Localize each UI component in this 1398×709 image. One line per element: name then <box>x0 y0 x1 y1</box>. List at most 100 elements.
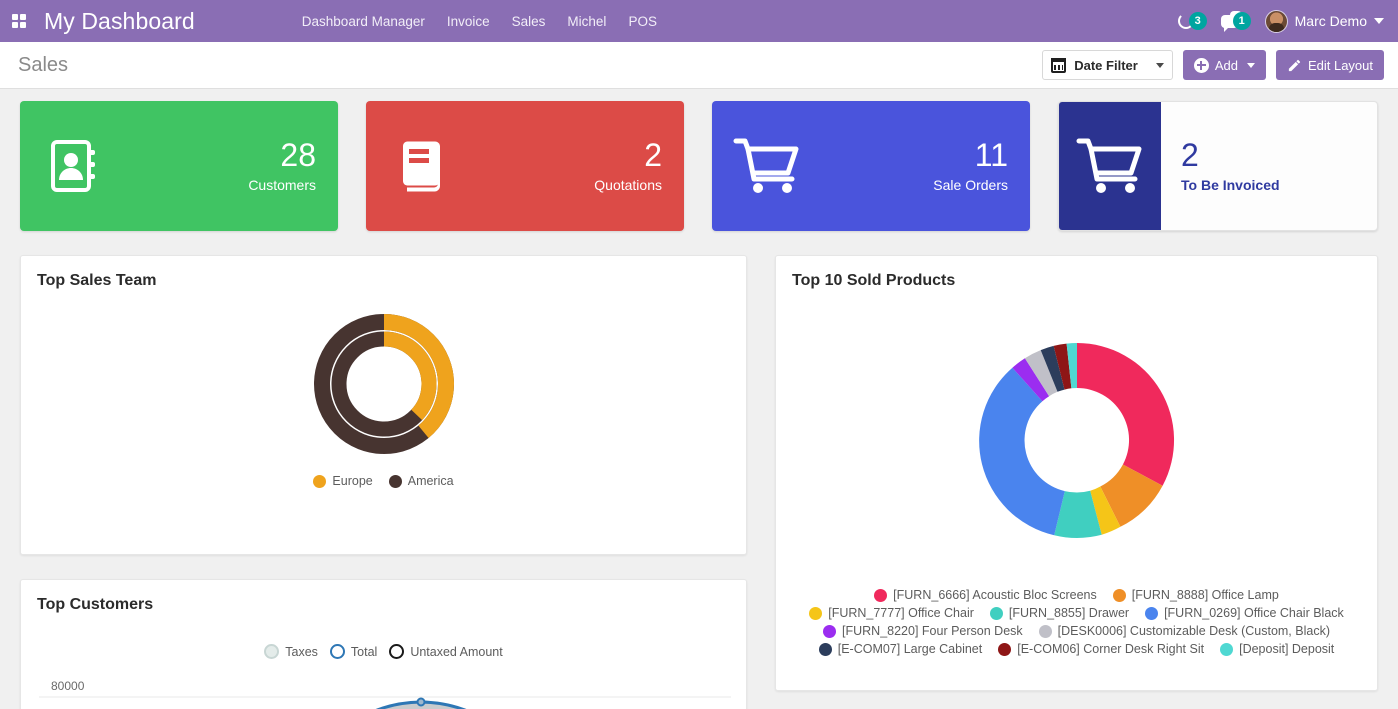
legend-item-europe[interactable]: Europe <box>313 474 372 488</box>
kpi-value: 11 <box>975 139 1008 173</box>
legend-color-swatch <box>264 644 279 659</box>
legend-item-drawer[interactable]: [FURN_8855] Drawer <box>990 606 1129 620</box>
legend-color-swatch <box>809 607 822 620</box>
right-column: Top 10 Sold Products <box>775 255 1378 709</box>
app-brand-title: My Dashboard <box>44 8 195 35</box>
kpi-card-quotations[interactable]: 2 Quotations <box>366 101 684 231</box>
legend-label: [FURN_7777] Office Chair <box>828 606 974 620</box>
kpi-card-sale-orders[interactable]: 11 Sale Orders <box>712 101 1030 231</box>
legend-label: America <box>408 474 454 488</box>
legend-item-office-chair-black[interactable]: [FURN_0269] Office Chair Black <box>1145 606 1344 620</box>
legend-label: [E-COM06] Corner Desk Right Sit <box>1017 642 1204 656</box>
legend-color-swatch <box>990 607 1003 620</box>
card-title: Top Customers <box>21 580 746 614</box>
legend-label: [E-COM07] Large Cabinet <box>838 642 983 656</box>
menu-item-dashboard-manager[interactable]: Dashboard Manager <box>291 8 436 35</box>
user-name-label: Marc Demo <box>1295 13 1367 29</box>
legend-label: [FURN_8888] Office Lamp <box>1132 588 1279 602</box>
legend-color-swatch <box>1113 589 1126 602</box>
legend-item-deposit[interactable]: [Deposit] Deposit <box>1220 642 1334 656</box>
legend-label: [FURN_8855] Drawer <box>1009 606 1129 620</box>
user-menu[interactable]: Marc Demo <box>1265 10 1384 33</box>
legend-color-swatch <box>389 475 402 488</box>
address-book-icon <box>20 134 130 198</box>
legend-item-total[interactable]: Total <box>330 644 377 659</box>
date-filter-label: Date Filter <box>1074 58 1138 73</box>
dashboard-content: 28 Customers 2 Quotations <box>0 89 1398 709</box>
legend-item-customizable-desk[interactable]: [DESK0006] Customizable Desk (Custom, Bl… <box>1039 624 1330 638</box>
messaging-menu[interactable]: 1 <box>1221 12 1251 30</box>
add-button[interactable]: Add <box>1183 50 1266 80</box>
menu-item-sales[interactable]: Sales <box>501 8 557 35</box>
kpi-label: To Be Invoiced <box>1181 177 1280 193</box>
top-customers-plot[interactable]: 80000 <box>21 659 746 709</box>
legend-label: Untaxed Amount <box>410 645 502 659</box>
apps-grid-icon[interactable] <box>8 10 30 32</box>
legend-label: Total <box>351 645 377 659</box>
legend-label: [DESK0006] Customizable Desk (Custom, Bl… <box>1058 624 1330 638</box>
card-title: Top Sales Team <box>21 256 746 290</box>
kpi-card-to-be-invoiced[interactable]: 2 To Be Invoiced <box>1058 101 1378 231</box>
legend-label: Europe <box>332 474 372 488</box>
chevron-down-icon <box>1374 18 1384 24</box>
legend-item-office-lamp[interactable]: [FURN_8888] Office Lamp <box>1113 588 1279 602</box>
top-products-chart: [FURN_6666] Acoustic Bloc Screens [FURN_… <box>776 290 1377 670</box>
nested-donut-svg[interactable] <box>284 294 484 474</box>
top-products-legend: [FURN_6666] Acoustic Bloc Screens [FURN_… <box>776 588 1377 670</box>
legend-item-office-chair[interactable]: [FURN_7777] Office Chair <box>809 606 974 620</box>
kpi-card-customers[interactable]: 28 Customers <box>20 101 338 231</box>
shopping-cart-icon <box>712 135 822 197</box>
top-sales-team-legend: Europe America <box>297 474 469 502</box>
legend-label: Taxes <box>285 645 318 659</box>
legend-color-swatch <box>313 475 326 488</box>
donut-svg[interactable] <box>927 292 1227 588</box>
top-customers-legend: Taxes Total Untaxed Amount <box>21 644 746 659</box>
menu-item-pos[interactable]: POS <box>617 8 668 35</box>
date-filter-dropdown[interactable]: Date Filter <box>1042 50 1173 80</box>
legend-label: [FURN_8220] Four Person Desk <box>842 624 1023 638</box>
menu-item-invoice[interactable]: Invoice <box>436 8 501 35</box>
add-button-label: Add <box>1215 58 1238 73</box>
message-counter: 1 <box>1233 12 1251 30</box>
shopping-cart-icon <box>1059 102 1161 230</box>
edit-layout-label: Edit Layout <box>1308 58 1373 73</box>
legend-color-swatch <box>1039 625 1052 638</box>
left-column: Top Sales Team Europe <box>20 255 747 709</box>
card-top-sales-team: Top Sales Team Europe <box>20 255 747 555</box>
legend-item-four-person-desk[interactable]: [FURN_8220] Four Person Desk <box>823 624 1023 638</box>
kpi-label: Customers <box>248 177 316 193</box>
legend-label: [FURN_6666] Acoustic Bloc Screens <box>893 588 1097 602</box>
kpi-value: 2 <box>644 139 662 173</box>
legend-item-large-cabinet[interactable]: [E-COM07] Large Cabinet <box>819 642 983 656</box>
menu-item-michel[interactable]: Michel <box>556 8 617 35</box>
legend-color-swatch <box>389 644 404 659</box>
page-title: Sales <box>18 54 68 77</box>
top-navbar: My Dashboard Dashboard Manager Invoice S… <box>0 0 1398 42</box>
slice-acoustic-bloc-screens <box>1077 343 1174 486</box>
activity-counter: 3 <box>1189 12 1207 30</box>
panels-row: Top Sales Team Europe <box>20 255 1378 709</box>
legend-color-swatch <box>823 625 836 638</box>
legend-color-swatch <box>998 643 1011 656</box>
calendar-icon <box>1051 58 1066 73</box>
legend-item-acoustic-bloc-screens[interactable]: [FURN_6666] Acoustic Bloc Screens <box>874 588 1097 602</box>
activity-menu[interactable]: 3 <box>1178 12 1207 30</box>
card-title: Top 10 Sold Products <box>776 256 1377 290</box>
legend-item-corner-desk-right-sit[interactable]: [E-COM06] Corner Desk Right Sit <box>998 642 1204 656</box>
edit-layout-button[interactable]: Edit Layout <box>1276 50 1384 80</box>
legend-item-taxes[interactable]: Taxes <box>264 644 318 659</box>
chevron-down-icon <box>1247 63 1255 68</box>
chevron-down-icon <box>1156 63 1164 68</box>
pencil-icon <box>1287 58 1302 73</box>
kpi-value: 28 <box>280 139 316 173</box>
legend-item-america[interactable]: America <box>389 474 454 488</box>
card-top-customers: Top Customers Taxes Total Untaxed Amount <box>20 579 747 709</box>
legend-color-swatch <box>1145 607 1158 620</box>
main-menu: Dashboard Manager Invoice Sales Michel P… <box>291 8 668 35</box>
area-chart-svg <box>21 659 747 709</box>
avatar <box>1265 10 1288 33</box>
kpi-label: Quotations <box>594 177 662 193</box>
kpi-label: Sale Orders <box>933 177 1008 193</box>
top-sales-team-chart: Europe America <box>21 290 746 502</box>
legend-item-untaxed-amount[interactable]: Untaxed Amount <box>389 644 502 659</box>
